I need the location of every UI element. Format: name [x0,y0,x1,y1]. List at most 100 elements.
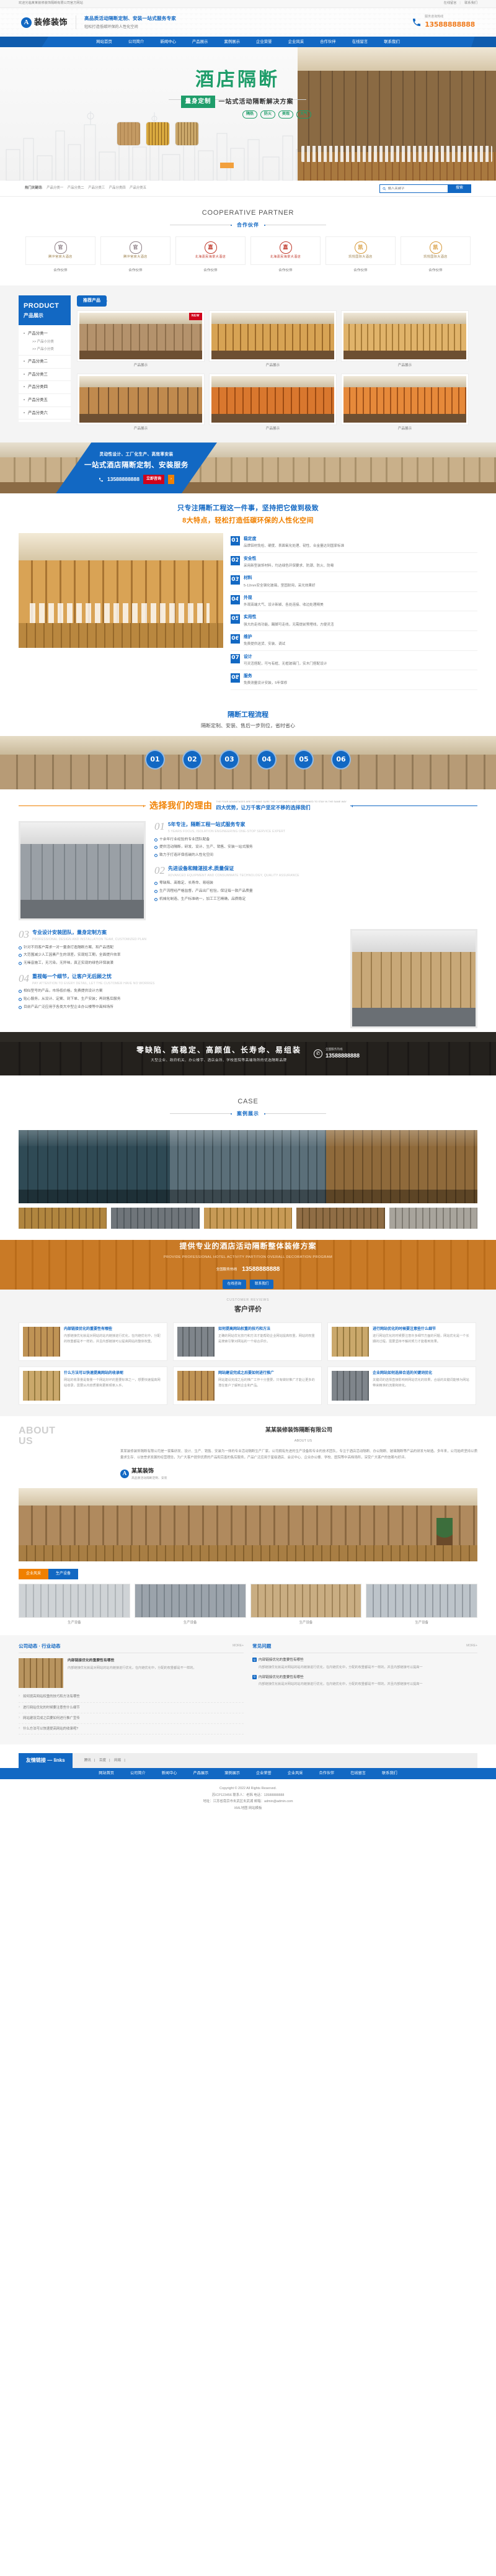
flow-step[interactable]: 05 [294,750,314,770]
product-category[interactable]: 产品分类六 [19,407,71,420]
nav-item-news[interactable]: 新闻中心 [152,39,184,45]
nav-item-honors[interactable]: 企业荣誉 [248,39,280,45]
review-card[interactable]: 内部链接优化的重要性有哪些 内部链接优化就是对网站的站内链接进行优化，在内链优化… [19,1322,167,1361]
nav-item-partners[interactable]: 合作伙伴 [312,39,344,45]
news-list-item[interactable]: 如何提高网站权重的技巧和方法有哪些 [19,1692,244,1703]
flow-step[interactable]: 01 [145,750,165,770]
tab-equipment[interactable]: 生产设备 [48,1568,79,1579]
product-card[interactable] [209,310,337,362]
category-title[interactable]: 产品分类六 [24,410,66,416]
product-card[interactable]: NEW [77,310,205,362]
category-sub[interactable]: >> 产品小分类 [24,337,66,344]
category-title[interactable]: 产品分类四 [24,384,66,390]
top-link-message[interactable]: 在线留言 [444,1,457,5]
product-category[interactable]: 产品分类五 [19,394,71,407]
product-category[interactable]: 产品分类四 [19,381,71,395]
site-logo[interactable]: A 装修装饰 [21,16,68,29]
product-card[interactable] [341,310,469,362]
product-category[interactable]: 产品分类三 [19,369,71,382]
flow-step[interactable]: 04 [257,750,277,770]
contact-us-button[interactable]: 联系我们 [250,1280,274,1289]
review-card[interactable]: 网站建设完成之后要如何进行推广 网站建设完成之后的推广工作十分重要，只有做好推广… [173,1366,322,1405]
footer-nav-partners[interactable]: 合作伙伴 [311,1770,343,1776]
partner-item[interactable]: 嘉 北海嘉民海景大酒店 合作伙伴 [175,236,246,273]
case-thumb[interactable] [296,1207,385,1229]
case-thumb[interactable] [19,1207,107,1229]
review-card[interactable]: 企业网站如何选择合适的关键词优化 关键词的选择直接影响到网站优化的效果，合适的关… [327,1366,476,1405]
tab-company-gallery[interactable]: 企业风采 [19,1568,49,1579]
case-thumb[interactable] [111,1207,200,1229]
news-list-item[interactable]: 什么方法可以快速提高网站的收录呢? [19,1724,244,1735]
nav-item-contact[interactable]: 联系我们 [376,39,408,45]
keyword-5[interactable]: 产品分类五 [130,186,146,190]
hero-banner[interactable]: 酒店隔断 量身定制 一站式活动隔断解决方案 隔热 防火 美观 大气 [0,47,496,181]
product-category[interactable]: 产品分类二 [19,356,71,369]
search-input[interactable] [388,186,445,191]
friend-link-3[interactable]: 网易 [114,1759,121,1762]
review-card[interactable]: 什么方法可以快速提高网站的收录呢 网站的收录量是衡量一个网站好坏的重要标准之一，… [19,1366,167,1405]
footer-nav-about[interactable]: 公司简介 [122,1770,154,1776]
partner-item[interactable]: 官 腾冲官房大酒店 合作伙伴 [25,236,95,273]
product-category[interactable]: 产品分类一 >> 产品小分类 >> 产品小分类 [19,328,71,356]
category-title[interactable]: 产品分类三 [24,372,66,378]
keyword-1[interactable]: 产品分类一 [46,186,63,190]
news-list-item[interactable]: 网站建设完成之后要如何进行推广宣传 [19,1713,244,1724]
nav-item-products[interactable]: 产品展示 [184,39,216,45]
arrow-icon[interactable]: › [168,475,175,485]
category-title[interactable]: 产品分类五 [24,397,66,403]
nav-item-gallery[interactable]: 企业风采 [280,39,312,45]
review-card[interactable]: 进行网站优化的时候要注意些什么细节 进行网站优化的时候要注意许多细节方面的问题，… [327,1322,476,1361]
flow-step[interactable]: 06 [331,750,351,770]
category-title[interactable]: 产品分类二 [24,359,66,365]
case-thumb[interactable] [389,1207,478,1229]
friend-link-2[interactable]: 百度 [99,1759,106,1762]
partner-item[interactable]: 官 腾冲官房大酒店 合作伙伴 [100,236,170,273]
top-link-contact[interactable]: 联系我们 [464,1,477,5]
news-list-item[interactable]: 进行网站优化的时候要注意些什么细节 [19,1703,244,1713]
news-featured[interactable]: 内部链接优化的重要性有哪些 内部链接优化就是对网站的站内链接进行优化，在内链优化… [19,1658,244,1689]
friend-link-1[interactable]: 腾讯 [84,1759,91,1762]
search-field[interactable] [379,184,448,193]
nav-item-home[interactable]: 网站首页 [88,39,120,45]
case-thumb[interactable] [203,1207,293,1229]
faq-item[interactable]: 内部链接优化的重要性有哪些 内部链接优化就是对网站的站内链接进行优化，在内链优化… [252,1674,477,1687]
sitemap-line[interactable]: XML地图 网站模板 [0,1805,496,1812]
footer-nav-contact[interactable]: 联系我们 [374,1770,405,1776]
case-hero-image[interactable] [19,1129,477,1203]
partner-item[interactable]: 凯 凯悦国际大酒店 合作伙伴 [401,236,471,273]
keyword-2[interactable]: 产品分类二 [68,186,84,190]
partner-item[interactable]: 凯 凯悦国际大酒店 合作伙伴 [326,236,396,273]
flow-step[interactable]: 03 [219,750,239,770]
category-sub[interactable]: >> 产品小分类 [24,344,66,352]
promo-banner-2[interactable]: 灵动性设计、工厂化生产、高效率安装 一站式酒店隔断定制、安装服务 1358888… [0,442,496,494]
nav-item-cases[interactable]: 案例展示 [216,39,248,45]
footer-nav-cases[interactable]: 案例展示 [216,1770,248,1776]
nav-item-message[interactable]: 在线留言 [344,39,376,45]
news-more-link[interactable]: MORE+ [232,1644,244,1649]
consult-button[interactable]: 立即咨询 [143,475,165,485]
online-consult-button[interactable]: 在线咨询 [222,1280,246,1289]
photo-card[interactable]: 生产设备 [366,1583,477,1625]
keyword-4[interactable]: 产品分类四 [109,186,126,190]
footer-nav-products[interactable]: 产品展示 [185,1770,217,1776]
footer-nav-gallery[interactable]: 企业风采 [280,1770,311,1776]
footer-nav-home[interactable]: 网站首页 [91,1770,122,1776]
footer-nav-honors[interactable]: 企业荣誉 [248,1770,280,1776]
product-card[interactable] [77,373,205,425]
photo-card[interactable]: 生产设备 [19,1583,130,1625]
product-card[interactable] [209,373,337,425]
photo-card[interactable]: 生产设备 [134,1583,246,1625]
partner-item[interactable]: 嘉 北海嘉民海景大酒店 合作伙伴 [250,236,321,273]
product-tab-recommended[interactable]: 推荐产品 [77,295,107,307]
footer-nav-news[interactable]: 新闻中心 [154,1770,185,1776]
nav-item-about[interactable]: 公司简介 [120,39,153,45]
product-card[interactable] [341,373,469,425]
photo-card[interactable]: 生产设备 [250,1583,362,1625]
faq-item[interactable]: 内部链接优化的重要性有哪些 内部链接优化就是对网站的站内链接进行优化，在内链优化… [252,1658,477,1670]
review-card[interactable]: 如何提高网站权重的技巧和方法 正确的网站优化技巧和方法才能帮助企业网站提高权重，… [173,1322,322,1361]
keyword-3[interactable]: 产品分类三 [88,186,105,190]
search-button[interactable]: 搜索 [448,184,471,193]
flow-step[interactable]: 02 [182,750,202,770]
footer-nav-message[interactable]: 在线留言 [342,1770,374,1776]
faq-more-link[interactable]: MORE+ [466,1644,477,1649]
